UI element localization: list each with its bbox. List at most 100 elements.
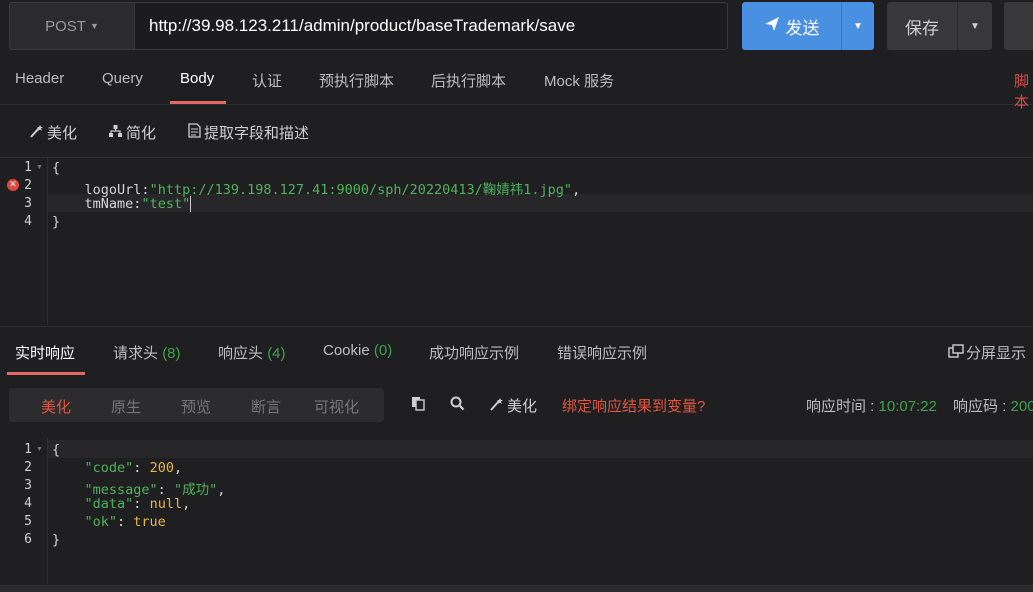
simplify-label: 简化 bbox=[126, 125, 157, 142]
tab-cookie[interactable]: Cookie (0) bbox=[323, 342, 392, 359]
save-dropdown-chevron-icon[interactable]: ▼ bbox=[957, 2, 992, 50]
tab-error-example[interactable]: 错误响应示例 bbox=[557, 342, 647, 363]
send-main[interactable]: 发送 bbox=[742, 2, 841, 50]
response-time: 响应时间 : 10:07:22 bbox=[806, 395, 937, 416]
fold-arrow-icon[interactable]: ▼ bbox=[36, 446, 43, 453]
tab-pre-script[interactable]: 预执行脚本 bbox=[319, 70, 394, 91]
search-icon[interactable] bbox=[450, 396, 465, 415]
segment-visualize[interactable]: 可视化 bbox=[314, 396, 359, 417]
segment-raw[interactable]: 原生 bbox=[111, 396, 141, 417]
line-number: 6 bbox=[24, 532, 32, 547]
magic-wand-icon bbox=[489, 397, 504, 415]
count-badge: (0) bbox=[373, 342, 393, 359]
extract-label: 提取字段和描述 bbox=[204, 125, 310, 142]
tab-auth[interactable]: 认证 bbox=[252, 70, 282, 91]
current-line-highlight bbox=[48, 440, 1033, 458]
line-number: 3 bbox=[24, 196, 32, 211]
tab-mock[interactable]: Mock 服务 bbox=[544, 70, 614, 91]
sitemap-icon bbox=[108, 124, 123, 142]
brace-open: { bbox=[52, 160, 61, 176]
active-response-tab-indicator bbox=[7, 372, 85, 375]
response-code-label: 响应码 : bbox=[953, 398, 1011, 415]
response-beautify-button[interactable]: 美化 bbox=[489, 395, 537, 416]
tab-response-headers-label: 响应头 bbox=[218, 345, 264, 362]
response-beautify-label: 美化 bbox=[507, 398, 538, 415]
send-label: 发送 bbox=[785, 18, 820, 38]
json-key: "code" bbox=[84, 460, 134, 476]
request-body-editor[interactable]: 1 ▼ ✕ 2 3 4 { logoUrl:"http://139.198.12… bbox=[0, 158, 1033, 325]
code-line: } bbox=[52, 532, 60, 548]
tab-request-headers-label: 请求头 bbox=[113, 345, 159, 362]
segment-preview[interactable]: 预览 bbox=[181, 396, 211, 417]
response-code-value: 200 bbox=[1010, 398, 1033, 415]
tab-success-example[interactable]: 成功响应示例 bbox=[429, 342, 519, 363]
active-tab-indicator bbox=[170, 101, 226, 104]
code-line: logoUrl:"http://139.198.127.41:9000/sph/… bbox=[84, 182, 581, 198]
line-number: 5 bbox=[24, 514, 32, 529]
body-toolbar: 美化 简化 提取字段和描述 bbox=[0, 105, 1033, 158]
tab-query[interactable]: Query bbox=[102, 70, 143, 87]
chevron-down-icon: ▼ bbox=[89, 21, 99, 31]
response-time-value: 10:07:22 bbox=[878, 398, 937, 415]
json-string: "test" bbox=[141, 196, 191, 212]
line-number: 2 bbox=[24, 460, 32, 475]
brace-close: } bbox=[52, 532, 61, 548]
split-view-label: 分屏显示 bbox=[966, 345, 1027, 362]
line-number: 1 bbox=[24, 160, 32, 175]
bind-response-variable-link[interactable]: 绑定响应结果到变量? bbox=[562, 395, 705, 416]
split-view-button[interactable]: 分屏显示 bbox=[948, 342, 1026, 363]
line-number: 2 bbox=[24, 178, 32, 193]
save-button[interactable]: 保存 ▼ bbox=[887, 2, 992, 50]
line-number: 1 bbox=[24, 442, 32, 457]
line-number: 4 bbox=[24, 214, 32, 229]
brace-open: { bbox=[52, 442, 61, 458]
code-line: { bbox=[52, 160, 60, 176]
count-badge: (8) bbox=[162, 345, 181, 362]
count-badge: (4) bbox=[267, 345, 286, 362]
copy-icon[interactable] bbox=[411, 396, 426, 415]
send-dropdown-chevron-icon[interactable]: ▼ bbox=[841, 2, 874, 50]
split-window-icon bbox=[948, 343, 964, 362]
json-null: null bbox=[149, 496, 183, 512]
json-key: "ok" bbox=[84, 514, 118, 530]
paper-plane-icon bbox=[764, 16, 780, 37]
request-tabs: Header Query Body 认证 预执行脚本 后执行脚本 Mock 服务… bbox=[0, 58, 1033, 111]
method-select[interactable]: POST ▼ bbox=[9, 2, 135, 50]
code-line: "ok": true bbox=[84, 514, 166, 530]
document-icon bbox=[188, 123, 201, 142]
code-line: "data": null, bbox=[84, 496, 191, 512]
extract-fields-button[interactable]: 提取字段和描述 bbox=[188, 122, 309, 143]
code-line: } bbox=[52, 214, 60, 230]
more-button[interactable] bbox=[1004, 2, 1033, 50]
segment-beautify[interactable]: 美化 bbox=[41, 396, 71, 417]
line-number: 3 bbox=[24, 478, 32, 493]
simplify-button[interactable]: 简化 bbox=[108, 122, 156, 143]
response-tabs: 实时响应 请求头 (8) 响应头 (4) Cookie (0) 成功响应示例 错… bbox=[0, 326, 1033, 375]
tab-response-headers[interactable]: 响应头 (4) bbox=[218, 342, 286, 363]
url-input[interactable]: http://39.98.123.211/admin/product/baseT… bbox=[135, 2, 728, 50]
response-view-segmented: 美化 原生 预览 断言 可视化 bbox=[9, 388, 384, 422]
json-key: "data" bbox=[84, 496, 134, 512]
segment-assert[interactable]: 断言 bbox=[251, 396, 281, 417]
beautify-label: 美化 bbox=[47, 125, 78, 142]
json-string: "http://139.198.127.41:9000/sph/20220413… bbox=[149, 182, 573, 198]
beautify-button[interactable]: 美化 bbox=[29, 122, 77, 143]
json-boolean: true bbox=[133, 514, 166, 530]
tab-realtime-response[interactable]: 实时响应 bbox=[15, 342, 75, 363]
magic-wand-icon bbox=[29, 124, 44, 142]
tab-header[interactable]: Header bbox=[15, 70, 64, 87]
fold-arrow-icon[interactable]: ▼ bbox=[36, 164, 43, 171]
response-body-viewer[interactable]: 1 ▼ 2 3 4 5 6 { "code": 200, "message": … bbox=[0, 438, 1033, 584]
tab-post-script[interactable]: 后执行脚本 bbox=[431, 70, 506, 91]
tab-request-headers[interactable]: 请求头 (8) bbox=[113, 342, 181, 363]
text-cursor bbox=[190, 196, 192, 212]
code-line: "message": "成功", bbox=[84, 482, 226, 498]
tab-cookie-label: Cookie bbox=[323, 342, 370, 359]
response-time-label: 响应时间 : bbox=[806, 398, 879, 415]
code-line: "code": 200, bbox=[84, 460, 183, 476]
tab-body[interactable]: Body bbox=[180, 70, 214, 87]
json-key: tmName bbox=[84, 196, 134, 212]
send-button[interactable]: 发送 ▼ bbox=[742, 2, 874, 50]
brace-close: } bbox=[52, 214, 61, 230]
url-text: http://39.98.123.211/admin/product/baseT… bbox=[149, 16, 576, 35]
